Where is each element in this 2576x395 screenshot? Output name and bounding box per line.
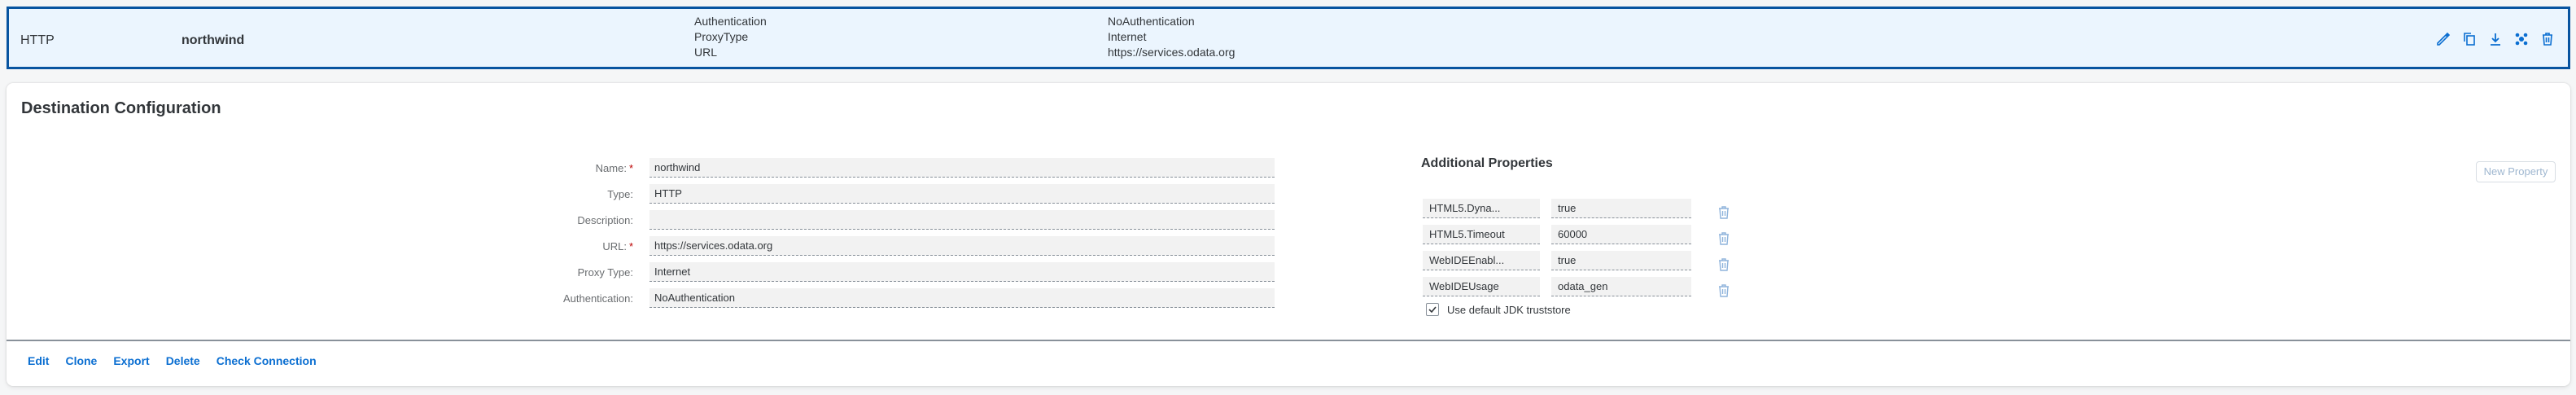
footer-divider <box>7 340 2570 341</box>
property-value-field[interactable]: true <box>1551 251 1691 270</box>
panel-title: Destination Configuration <box>21 99 221 117</box>
delete-property-icon[interactable] <box>1717 252 1732 271</box>
settings-icon[interactable] <box>2513 30 2530 48</box>
jdk-truststore-option: Use default JDK truststore <box>1426 303 1571 316</box>
delete-property-icon[interactable] <box>1717 226 1732 245</box>
selected-destination-row[interactable]: HTTP northwind Authentication ProxyType … <box>7 7 2570 69</box>
delete-property-icon[interactable] <box>1717 200 1732 219</box>
type-label: Type: <box>607 188 633 200</box>
download-icon[interactable] <box>2486 30 2504 48</box>
form-row-authentication: Authentication: NoAuthentication <box>7 288 2570 309</box>
new-property-button[interactable]: New Property <box>2476 161 2556 182</box>
property-key-field[interactable]: WebIDEEnabl... <box>1423 251 1540 270</box>
property-value-field[interactable]: odata_gen <box>1551 277 1691 296</box>
delete-button[interactable]: Delete <box>166 354 200 367</box>
row-type: HTTP <box>20 33 55 47</box>
form-row-proxy-type: Proxy Type: Internet <box>7 262 2570 283</box>
edit-icon[interactable] <box>2434 30 2452 48</box>
form-row-url: URL: * https://services.odata.org <box>7 236 2570 257</box>
additional-properties-title: Additional Properties <box>1421 156 1553 170</box>
jdk-truststore-checkbox[interactable] <box>1426 303 1439 316</box>
property-key-field[interactable]: WebIDEUsage <box>1423 277 1540 296</box>
description-label: Description: <box>577 214 633 226</box>
check-connection-button[interactable]: Check Connection <box>216 354 317 367</box>
checkmark-icon <box>1428 306 1437 314</box>
delete-property-icon[interactable] <box>1717 279 1732 297</box>
clone-button[interactable]: Clone <box>65 354 97 367</box>
form-row-type: Type: HTTP <box>7 184 2570 205</box>
row-name: northwind <box>182 33 245 47</box>
footer-actions: Edit Clone Export Delete Check Connectio… <box>28 354 317 367</box>
row-value-url: https://services.odata.org <box>1108 46 1236 59</box>
row-key-authentication: Authentication <box>694 15 767 28</box>
row-property-keys: Authentication ProxyType URL <box>694 14 767 60</box>
url-field[interactable]: https://services.odata.org <box>649 236 1275 256</box>
copy-icon[interactable] <box>2460 30 2478 48</box>
row-value-authentication: NoAuthentication <box>1108 15 1195 28</box>
form-row-name: Name: * northwind <box>7 158 2570 179</box>
property-value-field[interactable]: true <box>1551 199 1691 218</box>
name-field[interactable]: northwind <box>649 158 1275 178</box>
jdk-truststore-label: Use default JDK truststore <box>1447 303 1571 316</box>
row-key-url: URL <box>694 46 718 59</box>
url-label: URL: * <box>602 240 633 252</box>
authentication-label: Authentication: <box>562 292 633 305</box>
row-property-values: NoAuthentication Internet https://servic… <box>1108 14 1235 60</box>
row-key-proxytype: ProxyType <box>694 30 749 43</box>
delete-icon[interactable] <box>2539 30 2556 48</box>
export-button[interactable]: Export <box>113 354 149 367</box>
authentication-field[interactable]: NoAuthentication <box>649 288 1275 308</box>
name-label: Name: * <box>595 162 633 174</box>
property-key-field[interactable]: HTML5.Dyna... <box>1423 199 1540 218</box>
description-field[interactable] <box>649 210 1275 230</box>
row-value-proxytype: Internet <box>1108 30 1147 43</box>
property-value-field[interactable]: 60000 <box>1551 225 1691 244</box>
proxy-type-label: Proxy Type: <box>577 266 633 279</box>
required-marker: * <box>628 162 633 174</box>
row-actions <box>2434 30 2556 48</box>
destination-configuration-panel: Destination Configuration Name: * northwi… <box>7 83 2570 386</box>
required-marker: * <box>628 240 633 252</box>
property-key-field[interactable]: HTML5.Timeout <box>1423 225 1540 244</box>
type-field[interactable]: HTTP <box>649 184 1275 204</box>
form-row-description: Description: <box>7 210 2570 231</box>
edit-button[interactable]: Edit <box>28 354 49 367</box>
proxy-type-field[interactable]: Internet <box>649 262 1275 282</box>
